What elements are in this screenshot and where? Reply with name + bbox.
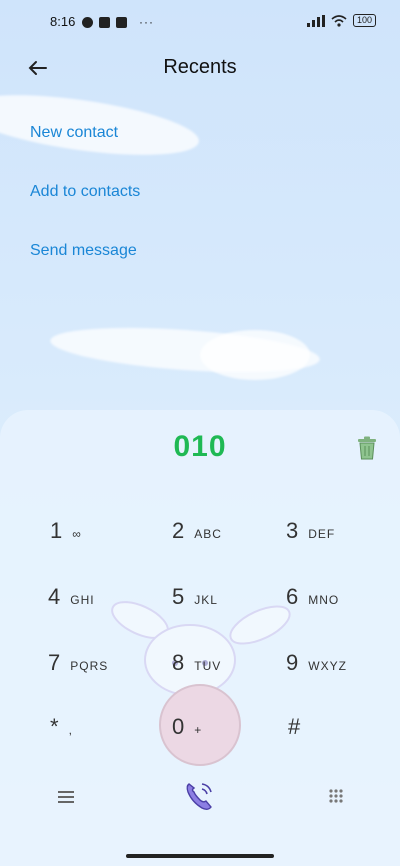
key-5[interactable]: 5 JKL	[172, 584, 218, 610]
key-digit: 4	[48, 584, 61, 609]
notification-icon	[82, 16, 93, 28]
key-4[interactable]: 4 GHI	[48, 584, 95, 610]
menu-icon[interactable]	[58, 790, 74, 804]
key-letters: WXYZ	[308, 659, 347, 673]
more-notifications-icon: ···	[139, 15, 154, 29]
key-letters: PQRS	[70, 659, 109, 673]
call-icon[interactable]	[182, 778, 218, 814]
new-contact-link[interactable]: New contact	[30, 124, 118, 142]
key-letters: TUV	[194, 659, 222, 673]
key-hash[interactable]: #	[288, 714, 310, 740]
key-digit: 7	[48, 650, 61, 675]
status-bar: 8:16 ··· 100	[0, 0, 400, 44]
key-digit: 0	[172, 714, 185, 739]
key-8[interactable]: 8 TUV	[172, 650, 221, 676]
key-6[interactable]: 6 MNO	[286, 584, 339, 610]
key-digit: 9	[286, 650, 299, 675]
dialed-number: 010	[173, 430, 227, 463]
key-letters: +	[194, 723, 203, 737]
key-star[interactable]: * ,	[50, 714, 73, 740]
send-message-link[interactable]: Send message	[30, 242, 137, 260]
key-digit: 8	[172, 650, 185, 675]
key-digit: 1	[50, 518, 63, 543]
bunny-mascot-image	[111, 601, 291, 766]
voicemail-icon: ∞	[72, 527, 82, 541]
key-letters: JKL	[194, 593, 218, 607]
key-letters: DEF	[308, 527, 336, 541]
key-0[interactable]: 0 +	[172, 714, 202, 740]
key-letters: MNO	[308, 593, 340, 607]
trash-icon[interactable]	[356, 436, 378, 460]
notification-icons: ···	[82, 15, 154, 29]
battery-icon: 100	[352, 14, 376, 27]
signal-icon	[306, 14, 325, 27]
key-digit: #	[288, 714, 301, 739]
key-digit: 5	[172, 584, 185, 609]
key-letters: GHI	[70, 593, 95, 607]
dialpad-icon[interactable]	[328, 788, 344, 804]
key-digit: 3	[286, 518, 299, 543]
key-digit: *	[50, 714, 59, 739]
cloud-decoration	[200, 330, 310, 380]
key-9[interactable]: 9 WXYZ	[286, 650, 347, 676]
home-indicator[interactable]	[126, 854, 274, 858]
wifi-icon	[331, 14, 347, 27]
key-3[interactable]: 3 DEF	[286, 518, 335, 544]
key-letters: ,	[68, 723, 73, 737]
key-7[interactable]: 7 PQRS	[48, 650, 108, 676]
key-1[interactable]: 1 ∞	[50, 518, 82, 544]
status-time: 8:16	[50, 14, 76, 29]
page-title: Recents	[163, 56, 237, 78]
notification-icon	[99, 16, 110, 28]
key-digit: 6	[286, 584, 299, 609]
add-to-contacts-link[interactable]: Add to contacts	[30, 183, 140, 201]
key-2[interactable]: 2 ABC	[172, 518, 222, 544]
key-digit: 2	[172, 518, 185, 543]
upload-icon	[116, 16, 127, 28]
system-status: 100	[306, 14, 376, 27]
key-letters: ABC	[194, 527, 222, 541]
